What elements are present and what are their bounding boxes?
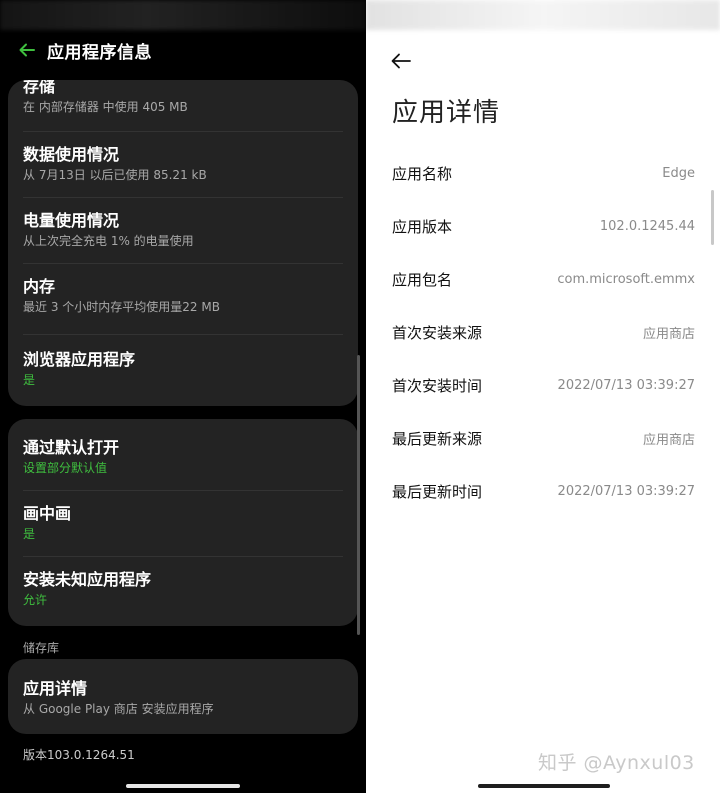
- picture-in-picture-subtitle: 是: [23, 527, 36, 541]
- browser-app-title: 浏览器应用程序: [23, 350, 136, 369]
- detail-row-app-version: 应用版本 102.0.1245.44: [392, 214, 695, 238]
- detail-value: 2022/07/13 03:39:27: [557, 377, 695, 393]
- install-unknown-apps-title: 安装未知应用程序: [23, 570, 152, 589]
- detail-value: 2022/07/13 03:39:27: [557, 483, 695, 499]
- detail-row-package-name: 应用包名 com.microsoft.emmx: [392, 267, 695, 291]
- app-details-subtitle: 从 Google Play 商店 安装应用程序: [23, 702, 214, 716]
- app-details-screen: 应用详情 应用名称 Edge 应用版本 102.0.1245.44 应用包名 c…: [366, 0, 720, 793]
- app-details-title: 应用详情: [23, 679, 88, 698]
- detail-key: 首次安装来源: [392, 323, 483, 342]
- storage-subtitle: 在 内部存储器 中使用 405 MB: [23, 100, 188, 114]
- memory-subtitle: 最近 3 个小时内存平均使用量22 MB: [23, 300, 220, 314]
- picture-in-picture-title: 画中画: [23, 504, 72, 523]
- page-title: 应用详情: [392, 98, 501, 128]
- app-info-header: 应用程序信息: [0, 32, 366, 68]
- data-usage-title: 数据使用情况: [23, 145, 120, 164]
- back-arrow-icon[interactable]: [17, 40, 37, 60]
- detail-row-first-install-source: 首次安装来源 应用商店: [392, 320, 695, 344]
- memory-item[interactable]: 内存 最近 3 个小时内存平均使用量22 MB: [8, 264, 358, 334]
- detail-key: 最后更新来源: [392, 429, 483, 448]
- detail-key: 最后更新时间: [392, 482, 483, 501]
- open-by-default-subtitle: 设置部分默认值: [23, 461, 108, 475]
- storage-item[interactable]: 存储 在 内部存储器 中使用 405 MB: [8, 80, 358, 131]
- detail-row-last-update-time: 最后更新时间 2022/07/13 03:39:27: [392, 479, 695, 503]
- browser-app-subtitle: 是: [23, 373, 36, 387]
- home-indicator[interactable]: [126, 784, 240, 788]
- battery-usage-subtitle: 从上次完全充电 1% 的电量使用: [23, 234, 194, 248]
- detail-value: Edge: [662, 165, 695, 181]
- detail-key: 应用包名: [392, 270, 453, 289]
- detail-value: 应用商店: [642, 432, 695, 448]
- battery-usage-title: 电量使用情况: [23, 211, 120, 230]
- detail-key: 应用版本: [392, 217, 453, 236]
- data-usage-item[interactable]: 数据使用情况 从 7月13日 以后已使用 85.21 kB: [8, 132, 358, 197]
- install-unknown-apps-item[interactable]: 安装未知应用程序 允许: [8, 557, 358, 620]
- detail-key: 首次安装时间: [392, 376, 483, 395]
- page-title: 应用程序信息: [47, 42, 152, 63]
- version-text: 版本103.0.1264.51: [23, 748, 135, 762]
- app-info-screen: 应用程序信息 存储 在 内部存储器 中使用 405 MB 数据使用情况 从 7月…: [0, 0, 366, 793]
- picture-in-picture-item[interactable]: 画中画 是: [8, 491, 358, 556]
- scrollbar[interactable]: [357, 355, 360, 635]
- memory-title: 内存: [23, 277, 56, 296]
- detail-value: com.microsoft.emmx: [557, 271, 695, 287]
- watermark-text: 知乎 @Aynxul03: [538, 752, 695, 774]
- back-arrow-icon[interactable]: [390, 50, 412, 72]
- browser-app-item[interactable]: 浏览器应用程序 是: [8, 335, 358, 400]
- status-bar: [366, 0, 720, 30]
- detail-key: 应用名称: [392, 164, 453, 183]
- app-details-item[interactable]: 应用详情 从 Google Play 商店 安装应用程序: [8, 659, 358, 734]
- data-usage-subtitle: 从 7月13日 以后已使用 85.21 kB: [23, 168, 207, 182]
- app-details-card: 应用详情 从 Google Play 商店 安装应用程序: [8, 659, 358, 734]
- detail-row-app-name: 应用名称 Edge: [392, 161, 695, 185]
- detail-row-last-update-source: 最后更新来源 应用商店: [392, 426, 695, 450]
- battery-usage-item[interactable]: 电量使用情况 从上次完全充电 1% 的电量使用: [8, 198, 358, 263]
- open-by-default-title: 通过默认打开: [23, 438, 120, 457]
- home-indicator[interactable]: [478, 784, 610, 788]
- detail-value: 102.0.1245.44: [599, 218, 695, 234]
- scrollbar[interactable]: [711, 190, 714, 245]
- detail-value: 应用商店: [642, 326, 695, 342]
- app-info-card-usage: 存储 在 内部存储器 中使用 405 MB 数据使用情况 从 7月13日 以后已…: [8, 80, 358, 406]
- app-info-card-defaults: 通过默认打开 设置部分默认值 画中画 是 安装未知应用程序 允许: [8, 419, 358, 626]
- install-unknown-apps-subtitle: 允许: [23, 593, 48, 607]
- storage-title: 存储: [23, 80, 56, 96]
- section-label-store: 储存库: [23, 641, 60, 655]
- detail-row-first-install-time: 首次安装时间 2022/07/13 03:39:27: [392, 373, 695, 397]
- open-by-default-item[interactable]: 通过默认打开 设置部分默认值: [8, 419, 358, 490]
- status-bar: [0, 0, 366, 30]
